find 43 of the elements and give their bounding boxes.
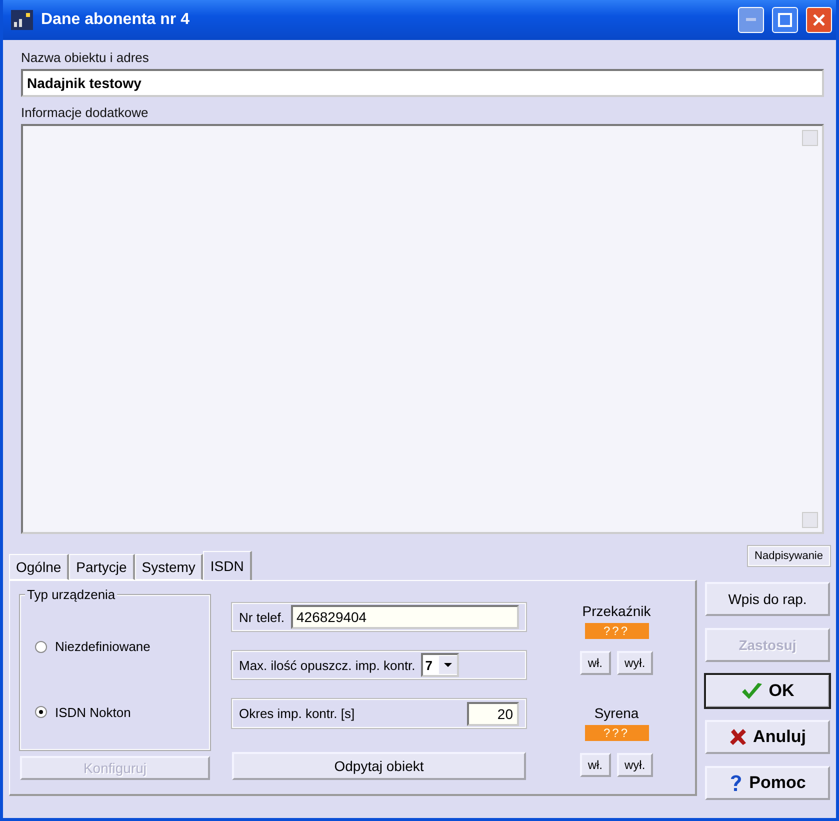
status-indicator: ??? — [584, 725, 648, 741]
radio-label: ISDN Nokton — [55, 704, 131, 720]
window-title: Dane abonenta nr 4 — [41, 11, 190, 29]
tab[interactable]: Partycje — [69, 554, 135, 580]
output-label: Syrena — [594, 705, 639, 721]
period-input-field[interactable]: 20 — [467, 702, 519, 726]
radio-label: Niezdefiniowane — [55, 639, 150, 654]
query-button[interactable]: Odpytaj obiekt — [232, 752, 526, 780]
dialog-button[interactable]: Pomoc — [705, 766, 830, 800]
maximize-icon — [778, 13, 792, 27]
output-label: Przekaźnik — [582, 603, 651, 619]
dialog-button[interactable]: Wpis do rap. — [705, 582, 830, 616]
radio-button[interactable] — [35, 640, 47, 653]
cross-icon — [729, 728, 748, 746]
phone-input-field[interactable]: 426829404 — [290, 605, 519, 630]
app-icon — [11, 10, 33, 30]
radio-button[interactable] — [35, 706, 47, 718]
group-title: Typ urządzenia — [25, 587, 118, 602]
field-label: Informacje dodatkowe — [21, 105, 150, 120]
field-label: Okres imp. kontr. [s] — [239, 706, 356, 722]
status-indicator: ??? — [584, 623, 648, 639]
field-label: Nr telef. — [239, 610, 285, 625]
question-icon — [729, 773, 744, 793]
tab[interactable]: Systemy — [134, 554, 204, 580]
dialog-button[interactable]: OK — [705, 674, 830, 708]
close-button[interactable] — [806, 7, 832, 33]
field-label: Nazwa obiektu i adres — [21, 50, 150, 65]
tab[interactable]: ISDN — [203, 551, 252, 580]
close-icon — [812, 13, 826, 27]
maximize-button[interactable] — [772, 7, 798, 33]
on-button[interactable]: wł. — [580, 753, 610, 777]
minimize-icon — [746, 18, 756, 22]
dialog-button[interactable]: Anuluj — [705, 720, 830, 754]
minimize-button[interactable] — [738, 7, 764, 33]
field-label: Max. ilość opuszcz. imp. kontr. — [239, 658, 416, 673]
count-dropdown[interactable]: 7 — [421, 653, 459, 678]
mode-indicator: Nadpisywanie — [748, 546, 830, 566]
on-button[interactable]: wł. — [580, 651, 610, 675]
off-button[interactable]: wył. — [616, 753, 654, 777]
off-button[interactable]: wył. — [616, 651, 654, 675]
checkmark-icon — [740, 682, 763, 700]
tab[interactable]: Ogólne — [9, 554, 70, 580]
name-input-field[interactable]: Nadajnik testowy — [21, 69, 824, 97]
